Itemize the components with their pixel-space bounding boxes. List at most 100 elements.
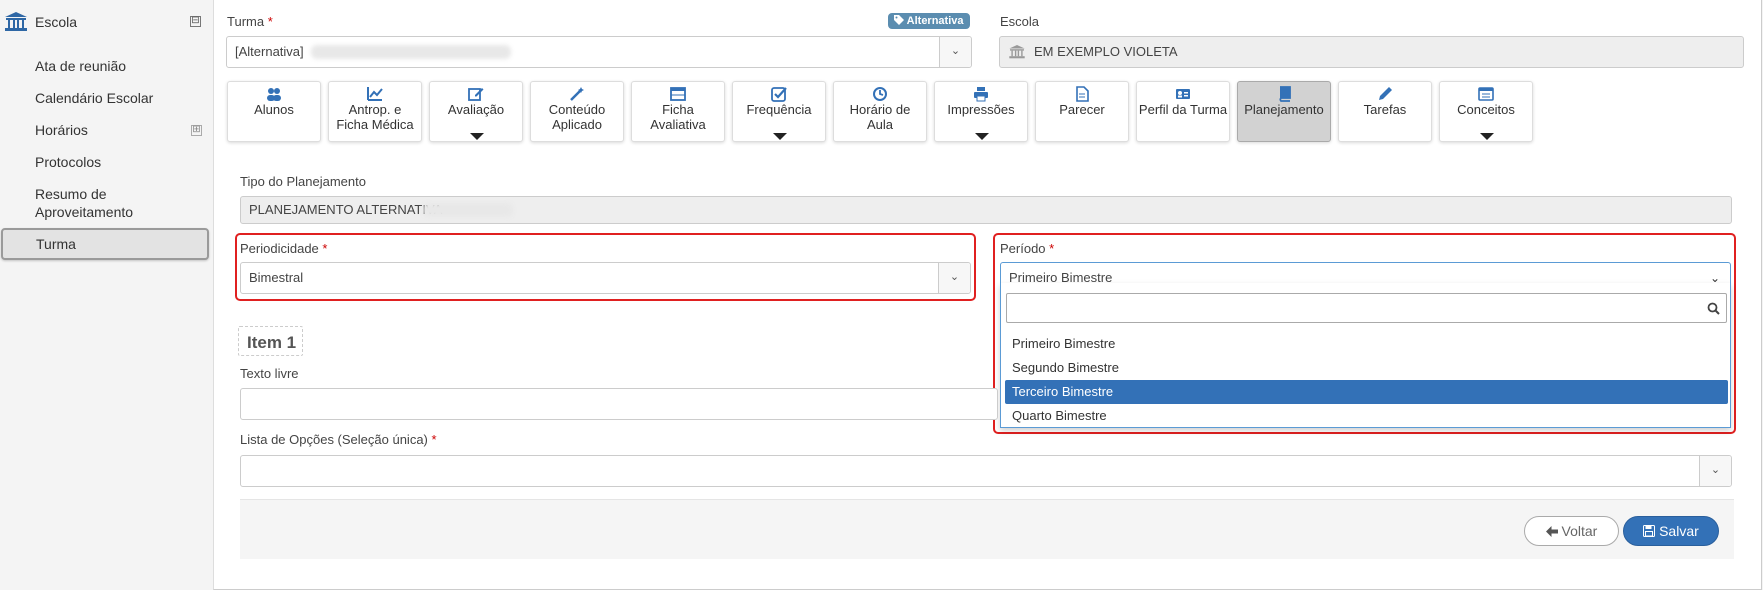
redacted-text	[423, 203, 513, 217]
dropdown-search-input[interactable]	[1006, 293, 1727, 323]
texto-livre-input[interactable]	[240, 388, 998, 420]
save-icon	[1643, 525, 1656, 537]
tab-frequencia[interactable]: Frequência	[732, 81, 826, 142]
arrow-left-icon	[1545, 526, 1558, 537]
tab-alunos[interactable]: Alunos	[227, 81, 321, 142]
tab-label: Antrop. e	[348, 102, 402, 117]
tab-label: Conteúdo	[548, 102, 606, 117]
tab-label: Perfil da Turma	[1138, 102, 1228, 117]
check-square-icon	[771, 87, 787, 102]
book-icon	[1279, 86, 1291, 102]
caret-down-icon	[1480, 133, 1494, 140]
lista-opcoes-label: Lista de Opções (Seleção única) *	[240, 432, 437, 447]
tab-parecer[interactable]: Parecer	[1035, 81, 1129, 142]
chevron-down-icon[interactable]: ⌄	[938, 263, 970, 293]
tab-label: Frequência	[746, 102, 812, 117]
periodicidade-value: Bimestral	[249, 270, 304, 285]
sidebar-item-resumo-line2[interactable]: Aproveitamento	[35, 203, 133, 221]
tipo-planejamento-label: Tipo do Planejamento	[240, 174, 366, 189]
periodo-label: Período *	[1000, 241, 1055, 256]
tipo-planejamento-value: PLANEJAMENTO ALTERNATIVA	[249, 202, 443, 217]
periodo-option-highlighted[interactable]: Terceiro Bimestre	[1005, 380, 1728, 404]
edit-icon	[468, 88, 484, 101]
tab-perfil[interactable]: Perfil da Turma	[1136, 81, 1230, 142]
tab-label: Ficha	[662, 102, 694, 117]
tab-horario[interactable]: Horário de Aula	[833, 81, 927, 142]
sidebar-item-label: Turma	[36, 236, 76, 252]
tab-antrop[interactable]: Antrop. e Ficha Médica	[328, 81, 422, 142]
app-window: Escola ⊟ Ata de reunião Calendário Escol…	[0, 0, 1763, 590]
tipo-planejamento-field: PLANEJAMENTO ALTERNATIVA	[240, 196, 1732, 224]
sidebar-title: Escola	[35, 14, 78, 30]
institution-icon	[1009, 45, 1025, 59]
tab-conceitos[interactable]: Conceitos	[1439, 81, 1533, 142]
texto-livre-label: Texto livre	[240, 366, 299, 381]
tab-label: Alunos	[254, 102, 294, 117]
form-footer	[240, 499, 1734, 559]
voltar-button[interactable]: Voltar	[1524, 516, 1619, 546]
caret-down-icon	[773, 133, 787, 140]
sidebar: Escola ⊟ Ata de reunião Calendário Escol…	[0, 0, 213, 590]
tab-label: Parecer	[1059, 102, 1105, 117]
users-icon	[267, 88, 281, 101]
sidebar-item-horarios[interactable]: Horários	[35, 121, 88, 139]
tab-label-line2: Avaliativa	[650, 117, 706, 132]
periodicidade-select[interactable]: Bimestral ⌄	[240, 262, 971, 294]
tab-label-line2: Aula	[866, 117, 894, 132]
tab-label: Tarefas	[1363, 102, 1407, 117]
id-card-icon	[1176, 89, 1190, 99]
pencil-icon	[1379, 87, 1392, 100]
sidebar-item-calendario[interactable]: Calendário Escolar	[35, 89, 153, 107]
turma-label: Turma *	[227, 14, 273, 29]
turma-select[interactable]: [Alternativa] ⌄	[226, 36, 972, 68]
caret-down-icon	[975, 133, 989, 140]
caret-down-icon	[470, 133, 484, 140]
item-title: Item 1	[238, 326, 303, 356]
redacted-text	[311, 45, 511, 59]
chart-line-icon	[367, 87, 383, 101]
sidebar-item-resumo[interactable]: Resumo de	[35, 185, 107, 203]
sidebar-header[interactable]: Escola ⊟	[0, 6, 213, 38]
tab-conteudo[interactable]: Conteúdo Aplicado	[530, 81, 624, 142]
salvar-button[interactable]: Salvar	[1623, 516, 1719, 546]
tab-label: Impressões	[947, 102, 1015, 117]
lista-opcoes-select[interactable]: ⌄	[240, 455, 1732, 487]
institution-icon	[5, 12, 27, 31]
tab-label: Planejamento	[1244, 102, 1324, 117]
tab-avaliacao[interactable]: Avaliação	[429, 81, 523, 142]
tab-label: Horário de	[849, 102, 911, 117]
escola-label: Escola	[1000, 14, 1040, 29]
tab-planejamento[interactable]: Planejamento	[1237, 81, 1331, 142]
tab-impressoes[interactable]: Impressões	[934, 81, 1028, 142]
escola-field: EM EXEMPLO VIOLETA	[999, 36, 1744, 68]
periodo-option[interactable]: Primeiro Bimestre	[1005, 332, 1728, 356]
tab-ficha[interactable]: Ficha Avaliativa	[631, 81, 725, 142]
tab-tarefas[interactable]: Tarefas	[1338, 81, 1432, 142]
tab-label-line2: Aplicado	[552, 117, 602, 132]
collapse-icon[interactable]: ⊟	[190, 16, 201, 27]
periodo-dropdown: Primeiro Bimestre Segundo Bimestre Terce…	[1000, 283, 1731, 428]
turma-value: [Alternativa]	[235, 44, 304, 59]
tab-label-line2: Ficha Médica	[336, 117, 414, 132]
search-icon	[1707, 302, 1720, 315]
chevron-down-icon[interactable]: ⌄	[1699, 456, 1731, 486]
tab-label: Conceitos	[1457, 102, 1515, 117]
periodo-option[interactable]: Quarto Bimestre	[1005, 404, 1728, 428]
sidebar-item-turma[interactable]: Turma	[1, 228, 209, 260]
tab-label: Avaliação	[447, 102, 505, 117]
tag-icon	[894, 15, 904, 25]
voltar-label: Voltar	[1561, 523, 1598, 539]
chevron-down-icon[interactable]: ⌄	[939, 37, 971, 67]
table-icon	[670, 87, 686, 101]
list-icon	[1478, 87, 1494, 101]
print-icon	[974, 87, 988, 102]
expand-icon[interactable]: ⊞	[191, 125, 202, 136]
magic-wand-icon	[570, 87, 584, 101]
periodo-option[interactable]: Segundo Bimestre	[1005, 356, 1728, 380]
clock-icon	[873, 87, 887, 101]
alternativa-badge: Alternativa	[888, 13, 970, 29]
periodicidade-label: Periodicidade *	[240, 241, 328, 256]
sidebar-item-protocolos[interactable]: Protocolos	[35, 153, 101, 171]
file-icon	[1076, 86, 1089, 102]
sidebar-item-ata[interactable]: Ata de reunião	[35, 57, 126, 75]
